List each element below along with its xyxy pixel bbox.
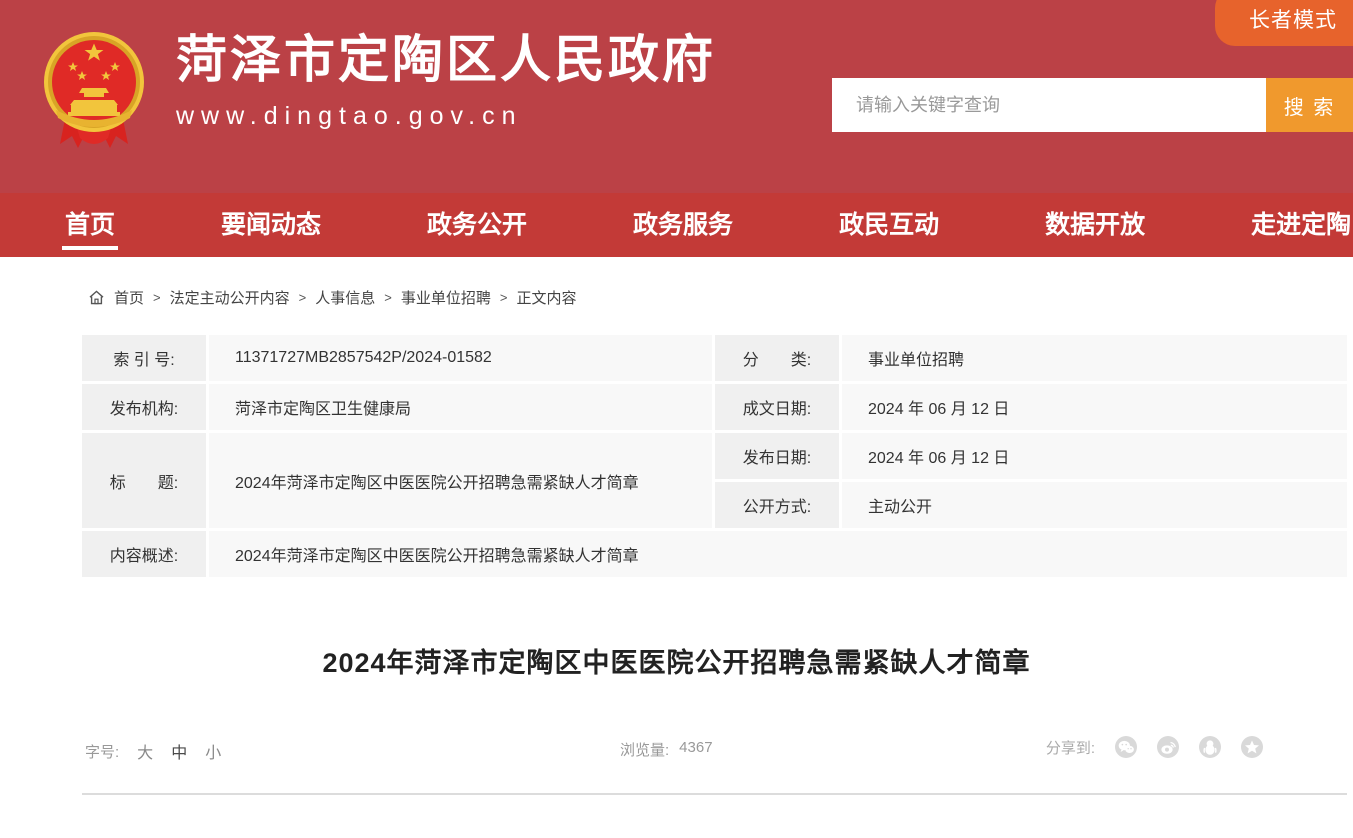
share-label: 分享到: xyxy=(1046,737,1095,758)
summary-label: 内容概述: xyxy=(82,531,206,577)
index-number-label: 索 引 号: xyxy=(82,335,206,381)
breadcrumb-separator: > xyxy=(299,290,307,305)
publisher-value: 菏泽市定陶区卫生健康局 xyxy=(209,384,712,430)
views-count: 4367 xyxy=(679,739,712,760)
breadcrumb-separator: > xyxy=(500,290,508,305)
nav-item-open-data[interactable]: 数据开放 xyxy=(1045,193,1145,257)
nav-item-about-dingtao[interactable]: 走进定陶 xyxy=(1251,193,1351,257)
breadcrumb-home[interactable]: 首页 xyxy=(114,287,144,308)
views-group: 浏览量: 4367 xyxy=(620,739,713,760)
nav-item-interaction[interactable]: 政民互动 xyxy=(839,193,939,257)
disclosure-method-value: 主动公开 xyxy=(842,482,1347,528)
category-value: 事业单位招聘 xyxy=(842,335,1347,381)
article-title: 2024年菏泽市定陶区中医医院公开招聘急需紧缺人才简章 xyxy=(0,641,1353,680)
nav-item-home[interactable]: 首页 xyxy=(65,193,115,257)
publish-date-value: 2024 年 06 月 12 日 xyxy=(842,433,1347,479)
search-input[interactable] xyxy=(832,78,1266,132)
written-date-value: 2024 年 06 月 12 日 xyxy=(842,384,1347,430)
main-nav: 首页 要闻动态 政务公开 政务服务 政民互动 数据开放 走进定陶 xyxy=(0,193,1353,257)
summary-value: 2024年菏泽市定陶区中医医院公开招聘急需紧缺人才简章 xyxy=(209,531,1347,577)
index-number-value: 11371727MB2857542P/2024-01582 xyxy=(209,335,712,381)
breadcrumb-recruitment[interactable]: 事业单位招聘 xyxy=(401,287,491,308)
national-emblem-logo xyxy=(38,26,150,152)
category-label: 分 类: xyxy=(715,335,839,381)
title-label: 标 题: xyxy=(82,433,206,528)
disclosure-method-label: 公开方式: xyxy=(715,482,839,528)
breadcrumb-separator: > xyxy=(153,290,161,305)
breadcrumb: 首页 > 法定主动公开内容 > 人事信息 > 事业单位招聘 > 正文内容 xyxy=(88,287,1353,308)
font-size-group: 字号: 大 中 小 xyxy=(85,739,221,763)
nav-item-gov-service[interactable]: 政务服务 xyxy=(633,193,733,257)
nav-item-gov-open[interactable]: 政务公开 xyxy=(427,193,527,257)
breadcrumb-article: 正文内容 xyxy=(516,287,576,308)
breadcrumb-separator: > xyxy=(384,290,392,305)
font-size-medium-button[interactable]: 中 xyxy=(171,739,187,763)
breadcrumb-legal-disclosure[interactable]: 法定主动公开内容 xyxy=(170,287,290,308)
views-label: 浏览量: xyxy=(620,739,669,760)
content-divider xyxy=(82,793,1347,795)
article-toolbar: 字号: 大 中 小 浏览量: 4367 分享到: xyxy=(82,736,1271,762)
elder-mode-button[interactable]: 长者模式 xyxy=(1215,0,1353,46)
wechat-share-icon[interactable] xyxy=(1115,736,1137,758)
site-identity: 菏泽市定陶区人民政府 www.dingtao.gov.cn xyxy=(176,32,716,131)
font-size-small-button[interactable]: 小 xyxy=(205,739,221,763)
breadcrumb-personnel-info[interactable]: 人事信息 xyxy=(315,287,375,308)
site-url: www.dingtao.gov.cn xyxy=(176,102,716,131)
title-value: 2024年菏泽市定陶区中医医院公开招聘急需紧缺人才简章 xyxy=(209,433,712,528)
nav-item-news[interactable]: 要闻动态 xyxy=(221,193,321,257)
font-size-label: 字号: xyxy=(85,741,119,762)
weibo-share-icon[interactable] xyxy=(1157,736,1179,758)
home-icon[interactable] xyxy=(88,289,105,306)
qzone-share-icon[interactable] xyxy=(1241,736,1263,758)
site-header: 菏泽市定陶区人民政府 www.dingtao.gov.cn 搜 索 长者模式 xyxy=(0,0,1353,193)
search-button[interactable]: 搜 索 xyxy=(1266,78,1353,132)
site-title: 菏泽市定陶区人民政府 xyxy=(176,32,716,88)
search-box: 搜 索 xyxy=(832,78,1353,132)
font-size-large-button[interactable]: 大 xyxy=(137,739,153,763)
written-date-label: 成文日期: xyxy=(715,384,839,430)
publisher-label: 发布机构: xyxy=(82,384,206,430)
share-group: 分享到: xyxy=(1046,736,1263,758)
qq-share-icon[interactable] xyxy=(1199,736,1221,758)
document-meta-table: 索 引 号: 11371727MB2857542P/2024-01582 分 类… xyxy=(82,335,1347,577)
publish-date-label: 发布日期: xyxy=(715,433,839,479)
